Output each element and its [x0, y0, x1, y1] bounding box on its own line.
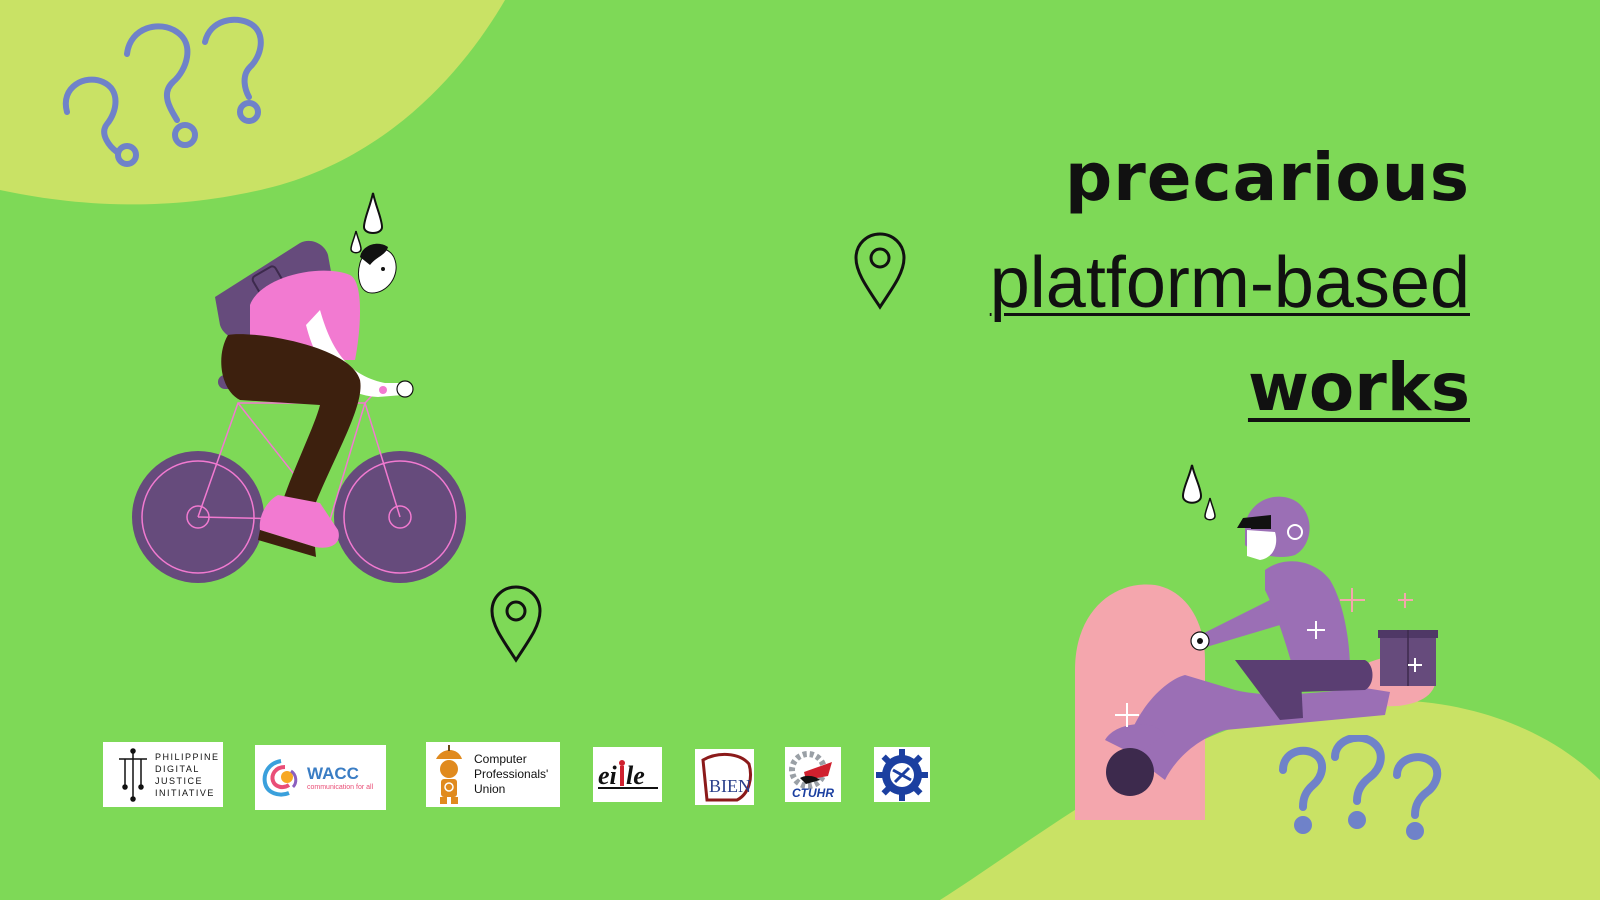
pdji-line-1: PHILIPPINE — [155, 751, 220, 762]
headline-line-works: works — [1247, 349, 1470, 426]
cpu-figure-icon — [436, 744, 462, 804]
map-pin-icon — [854, 232, 906, 310]
cpu-logo: Computer Professionals' Union — [426, 742, 560, 807]
cpu-line-1: Computer — [474, 752, 527, 766]
pdji-emblem-icon — [119, 747, 147, 802]
gear-logo — [874, 747, 930, 802]
gear-logo-icon — [876, 748, 928, 801]
cpu-line-2: Professionals' — [474, 767, 549, 781]
headline: precarious platform-based works — [990, 128, 1470, 438]
pdji-line-4: INITIATIVE — [155, 787, 215, 798]
eiler-wordmark-icon: ei le — [597, 759, 658, 790]
ctuhr-logo: CTUHR — [785, 747, 841, 802]
ctuhr-name: CTUHR — [792, 786, 834, 800]
ctuhr-emblem-icon: CTUHR — [789, 751, 834, 800]
bien-name: BIEN — [709, 776, 751, 796]
question-marks-icon — [62, 16, 264, 167]
eiler-logo: ei le — [593, 747, 662, 802]
svg-text:le: le — [626, 761, 645, 790]
wacc-tagline: communication for all — [307, 784, 374, 791]
pdji-line-2: DIGITAL — [155, 763, 200, 774]
wacc-swirl-icon — [262, 758, 298, 797]
wacc-name: WACC — [307, 764, 359, 783]
svg-text:ei: ei — [598, 761, 618, 790]
pdji-logo: PHILIPPINE DIGITAL JUSTICE INITIATIVE — [103, 742, 223, 807]
map-pin-icon — [490, 585, 542, 663]
headline-line-precarious: precarious — [1064, 139, 1470, 216]
wacc-logo: WACC communication for all — [255, 745, 386, 810]
headline-line-platform-based: platform-based — [989, 243, 1470, 323]
cpu-line-3: Union — [474, 782, 506, 796]
bien-emblem-icon: BIEN — [700, 753, 752, 802]
bien-logo: BIEN — [695, 749, 754, 805]
scooter-delivery-rider-illustration — [1075, 464, 1438, 820]
bicycle-courier-illustration — [132, 192, 466, 583]
pdji-line-3: JUSTICE — [155, 775, 204, 786]
